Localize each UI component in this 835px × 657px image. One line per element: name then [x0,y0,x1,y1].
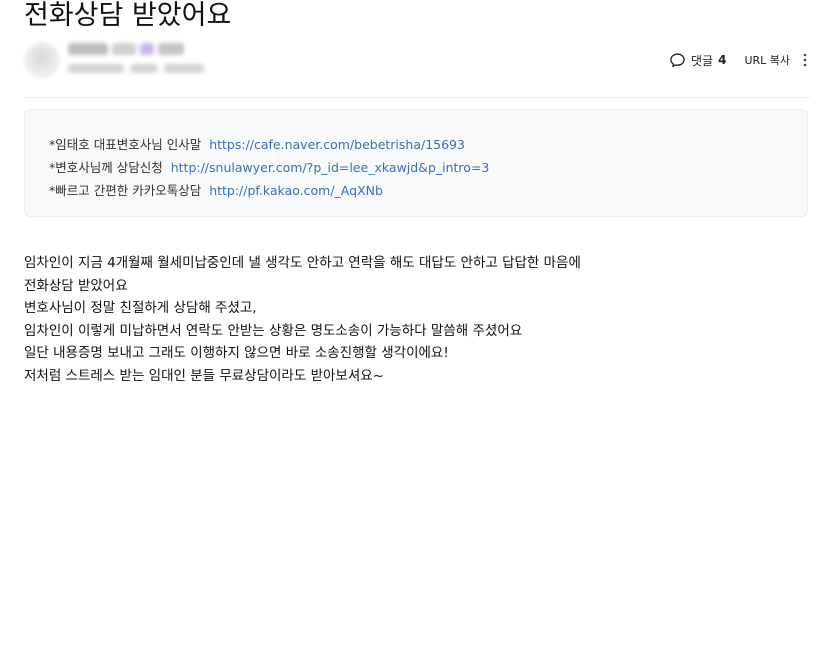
body-line: 일단 내용증명 보내고 그래도 이행하지 않으면 바로 소송진행할 생각이에요! [24,345,449,362]
body-line: 변호사님이 정말 친절하게 상담해 주셨고, [24,300,257,317]
author-meta-blurred [68,64,204,74]
comment-count: 4 [718,53,727,67]
info-label-greeting: *임태호 대표변호사님 인사말 [49,137,202,152]
body-line: 임차인이 이렇게 미납하면서 연락도 안받는 상황은 명도소송이 가능하다 말씀… [24,322,523,339]
info-label-kakao: *빠르고 간편한 카카오톡상담 [49,183,202,198]
post-actions: 댓글 4 URL 복사 [669,50,810,70]
comment-label: 댓글 [690,53,714,68]
info-line-kakao: *빠르고 간편한 카카오톡상담 http://pf.kakao.com/_AqX… [49,180,383,199]
speech-bubble-icon [670,52,685,67]
vertical-ellipsis-icon[interactable] [800,52,810,68]
body-line: 저처럼 스트레스 받는 임대인 분들 무료상담이라도 받아보셔요~ [24,367,384,384]
post-page: 전화상담 받았어요 댓글 4 URL 복사 *임태호 대표변호사님 인사말 ht… [0,0,835,657]
avatar[interactable] [24,42,60,78]
author-row: 댓글 4 URL 복사 [24,40,810,82]
post-body: 임차인이 지금 4개월째 월세미납중인데 낼 생각도 안하고 연락을 해도 대답… [24,252,814,388]
info-link-kakao[interactable]: http://pf.kakao.com/_AqXNb [209,183,383,198]
author-name-blurred[interactable] [68,43,184,57]
info-box: *임태호 대표변호사님 인사말 https://cafe.naver.com/b… [24,109,808,217]
body-line: 임차인이 지금 4개월째 월세미납중인데 낼 생각도 안하고 연락을 해도 대답… [24,255,581,271]
comment-button[interactable]: 댓글 4 [669,52,726,69]
post-title: 전화상담 받았어요 [24,0,232,31]
body-line: 전화상담 받았어요 [24,277,128,294]
url-copy-button[interactable]: URL 복사 [744,52,790,68]
info-line-greeting: *임태호 대표변호사님 인사말 https://cafe.naver.com/b… [49,134,465,153]
info-link-consult[interactable]: http://snulawyer.com/?p_id=lee_xkawjd&p_… [171,160,490,175]
info-label-consult: *변호사님께 상담신청 [49,160,163,175]
info-link-greeting[interactable]: https://cafe.naver.com/bebetrisha/15693 [209,137,465,152]
info-line-consult: *변호사님께 상담신청 http://snulawyer.com/?p_id=l… [49,157,489,176]
header-divider [24,97,810,98]
